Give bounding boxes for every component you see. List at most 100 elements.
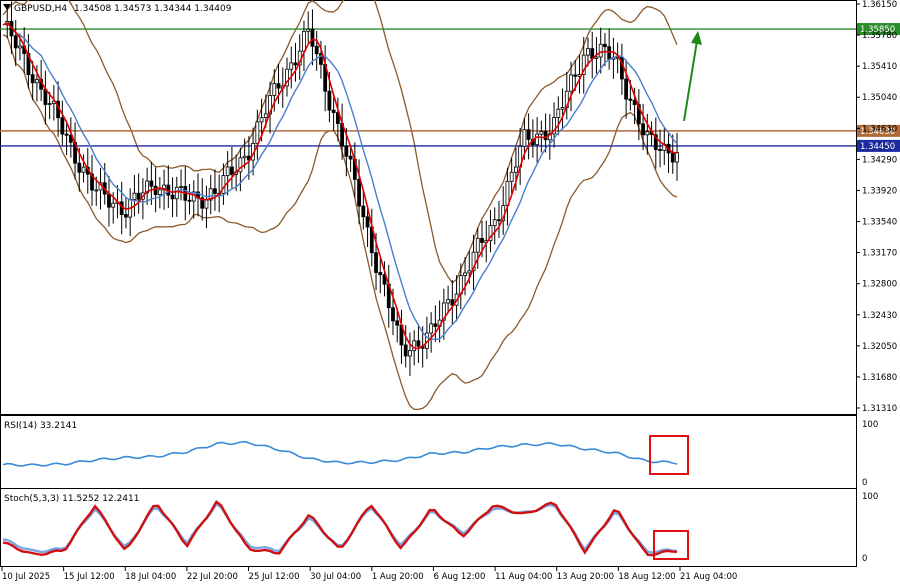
time-tick-label: 6 Aug 12:00 (433, 572, 485, 582)
candle-body (365, 216, 370, 228)
candle-body (624, 78, 629, 100)
candle-body (374, 252, 378, 273)
candle-body (302, 30, 306, 52)
rsi-tick-label: 100 (862, 420, 878, 430)
price-tick-label: 1.32050 (862, 342, 897, 352)
candle-body (153, 185, 158, 196)
candle-body (60, 117, 65, 135)
ma-slow-line (2, 22, 678, 341)
rsi-guides: 100 0 (862, 420, 878, 488)
candle-body (641, 123, 645, 136)
candle-body (136, 192, 141, 200)
candle-body (675, 152, 679, 163)
candle-body (603, 43, 607, 48)
candle-body (174, 186, 179, 200)
candle-body (569, 74, 573, 92)
candle-body (594, 56, 599, 59)
candle-body (543, 131, 548, 141)
candle-body (556, 108, 561, 118)
price-tick-label: 1.31680 (862, 373, 897, 383)
candle-body (598, 43, 603, 58)
candle-body (230, 166, 234, 175)
rsi-tick-label: 0 (862, 478, 867, 488)
time-axis: 10 Jul 2025 15 Jul 12:00 18 Jul 04:00 22 Ju… (1, 567, 737, 582)
chart-title: GBPUSD,H4 (14, 4, 67, 14)
candle-body (467, 270, 472, 274)
candle-body (179, 186, 183, 188)
candle-body (416, 340, 421, 347)
candle-body (242, 155, 247, 159)
candle-body (395, 320, 400, 326)
candle-body (306, 28, 311, 32)
trend-arrow-head (691, 30, 702, 45)
time-tick-label: 10 Jul 2025 (2, 572, 50, 582)
candle-body (132, 192, 137, 200)
price-tick-label: 1.33920 (862, 186, 897, 196)
candle-body (272, 83, 277, 96)
candle-body (187, 199, 192, 202)
candle-body (30, 74, 35, 84)
candle-body (124, 214, 128, 218)
candle-body (47, 103, 52, 105)
stoch-tick-label: 0 (862, 554, 867, 564)
trend-arrow (683, 40, 698, 122)
candle-body (361, 205, 366, 218)
price-axis: 1.358501.346301.344501.361501.357801.354… (856, 0, 900, 414)
candle-body (314, 45, 319, 55)
candle-body (412, 340, 417, 351)
rsi-panel-frame (0, 415, 857, 489)
price-tick-label: 1.35040 (862, 93, 897, 103)
rsi-title: RSI(14) 33.2141 (4, 421, 77, 431)
candle-body (632, 99, 637, 106)
candle-body (497, 219, 501, 222)
stoch-main-line (2, 499, 678, 557)
candle-body (18, 45, 22, 49)
candle-body (107, 193, 111, 208)
candle-body (573, 74, 578, 77)
candle-body (658, 149, 662, 151)
chart-canvas: GBPUSD,H4 1.34508 1.34573 1.34344 1.3440… (0, 0, 900, 582)
level-tag-label: 1.34450 (860, 142, 895, 152)
time-tick-label: 18 Jul 04:00 (125, 572, 176, 582)
time-tick-label: 11 Aug 04:00 (495, 572, 552, 582)
candle-body (670, 152, 675, 163)
candle-body (357, 179, 361, 207)
ohlc-readout: 1.34508 1.34573 1.34344 1.34409 (74, 4, 232, 14)
price-tick-label: 1.33170 (862, 249, 897, 259)
price-tick-label: 1.34630 (862, 124, 897, 134)
candle-body (539, 131, 544, 135)
candle-body (628, 98, 633, 101)
candle-body (492, 219, 497, 227)
time-tick-label: 25 Jul 12:00 (249, 572, 300, 582)
price-tick-label: 1.34290 (862, 155, 897, 165)
rsi-line (2, 440, 678, 467)
stoch-signal-line (2, 502, 678, 554)
candle-body (446, 299, 450, 304)
price-tick-label: 1.32800 (862, 280, 897, 290)
horizontal-levels (0, 28, 856, 147)
candle-body (463, 272, 467, 277)
candle-body (348, 155, 353, 160)
candle-body (586, 48, 590, 56)
main-panel: GBPUSD,H4 1.34508 1.34573 1.34344 1.3440… (0, 0, 857, 415)
candle-body (225, 166, 230, 177)
rsi-highlight-box (649, 435, 689, 475)
bollinger-lower (2, 34, 678, 411)
time-tick-label: 18 Aug 12:00 (618, 572, 675, 582)
price-tick-label: 1.32430 (862, 311, 897, 321)
time-tick-label: 1 Aug 20:00 (372, 572, 424, 582)
time-tick-label: 21 Aug 04:00 (680, 572, 737, 582)
time-tick-label: 13 Aug 20:00 (557, 572, 614, 582)
candle-body (535, 133, 540, 146)
price-tick-label: 1.36150 (862, 0, 897, 10)
time-tick-label: 15 Jul 12:00 (64, 572, 115, 582)
candle-body (255, 121, 260, 144)
candle-body (204, 199, 209, 209)
candle-body (289, 62, 294, 70)
candle-body (263, 113, 268, 118)
candle-body (213, 188, 217, 194)
stoch-tick-label: 100 (862, 492, 878, 502)
candle-body (391, 307, 395, 322)
candle-body (276, 83, 281, 89)
candle-body (77, 162, 82, 173)
